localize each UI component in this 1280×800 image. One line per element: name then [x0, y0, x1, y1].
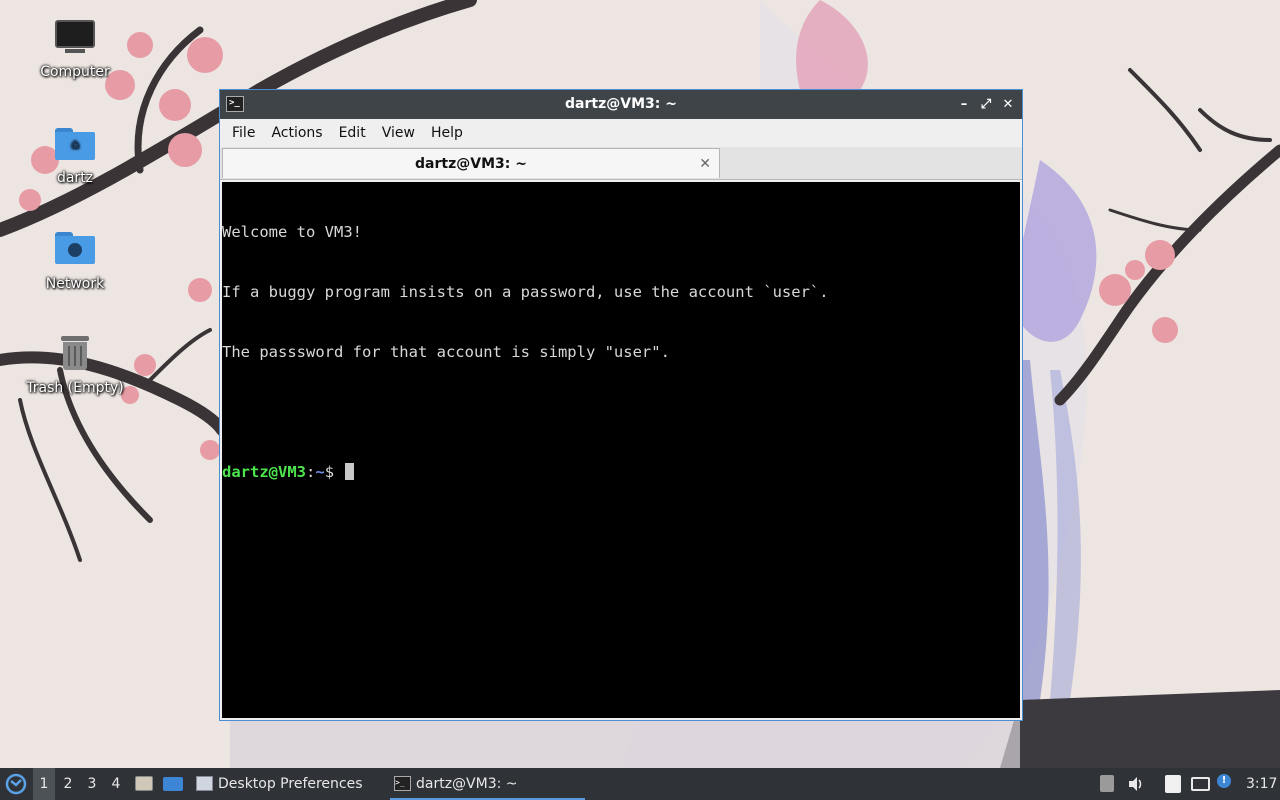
desktop-icon-label: dartz — [56, 170, 94, 186]
task-terminal[interactable]: >_ dartz@VM3: ~ — [390, 768, 585, 800]
terminal-line: Welcome to VM3! — [222, 223, 362, 241]
menu-edit[interactable]: Edit — [331, 119, 374, 147]
prompt-user: dartz@VM3 — [222, 463, 306, 481]
network-folder-icon — [53, 228, 97, 272]
workspace-2[interactable]: 2 — [57, 768, 79, 800]
menu-bar: File Actions Edit View Help — [220, 119, 1022, 147]
notification-icon: ! — [1217, 774, 1231, 788]
prompt-separator: : — [306, 463, 316, 481]
tray-volume[interactable] — [1126, 768, 1146, 800]
desktop-icon-label: Trash (Empty) — [26, 380, 124, 396]
desktop-icon-home[interactable]: ⌂ dartz — [20, 122, 130, 186]
workspace-4[interactable]: 4 — [105, 768, 127, 800]
minimize-button[interactable]: – — [956, 90, 972, 119]
desktop-icon-network[interactable]: Network — [20, 228, 130, 292]
menu-file[interactable]: File — [224, 119, 263, 147]
tab-close-icon[interactable]: ✕ — [699, 149, 711, 179]
tray-notification[interactable]: ! — [1216, 768, 1234, 800]
menu-view[interactable]: View — [374, 119, 423, 147]
workspace-1[interactable]: 1 — [33, 768, 55, 800]
show-desktop-button[interactable] — [162, 768, 184, 800]
workspace-3[interactable]: 3 — [81, 768, 103, 800]
task-label: dartz@VM3: ~ — [416, 776, 518, 792]
menu-help[interactable]: Help — [423, 119, 471, 147]
tab-terminal[interactable]: dartz@VM3: ~ ✕ — [222, 148, 720, 178]
network-icon — [1191, 777, 1210, 791]
volume-icon — [1129, 777, 1142, 791]
terminal-window: >_ dartz@VM3: ~ – ⤢ ✕ File Actions Edit … — [219, 89, 1023, 721]
prompt-symbol: $ — [324, 463, 344, 481]
window-title: dartz@VM3: ~ — [565, 96, 677, 112]
menu-actions[interactable]: Actions — [263, 119, 330, 147]
taskbar: 1 2 3 4 Desktop Preferences >_ dartz@VM3… — [0, 768, 1280, 800]
preferences-icon — [196, 776, 213, 791]
maximize-button[interactable]: ⤢ — [978, 90, 994, 119]
window-titlebar[interactable]: >_ dartz@VM3: ~ – ⤢ ✕ — [220, 90, 1022, 119]
terminal-prompt-line: dartz@VM3:~$ — [222, 462, 1020, 482]
show-desktop-icon — [163, 777, 183, 791]
desktop-icon-label: Network — [45, 276, 105, 292]
task-label: Desktop Preferences — [218, 776, 363, 792]
terminal-line: The passsword for that account is simply… — [222, 343, 670, 361]
desktop-icon-trash[interactable]: Trash (Empty) — [20, 332, 130, 396]
start-menu-button[interactable] — [4, 768, 28, 800]
eject-icon — [1100, 775, 1114, 792]
home-folder-icon: ⌂ — [53, 122, 97, 166]
tab-label: dartz@VM3: ~ — [415, 156, 527, 172]
clock[interactable]: 3:17 — [1246, 768, 1277, 800]
tab-bar: dartz@VM3: ~ ✕ — [220, 147, 1022, 180]
lxqt-logo-icon — [5, 773, 27, 795]
tray-network[interactable] — [1190, 768, 1212, 800]
tray-removable-media[interactable] — [1098, 768, 1116, 800]
desktop-icon-computer[interactable]: Computer — [20, 16, 130, 80]
terminal-line: If a buggy program insists on a password… — [222, 283, 829, 301]
tray-clipboard[interactable] — [1163, 768, 1183, 800]
terminal-output[interactable]: Welcome to VM3! If a buggy program insis… — [222, 182, 1020, 718]
task-desktop-preferences[interactable]: Desktop Preferences — [192, 768, 373, 800]
file-manager-launcher[interactable] — [134, 768, 154, 800]
terminal-app-icon: >_ — [394, 776, 411, 791]
terminal-cursor — [345, 463, 355, 480]
prompt-path: ~ — [315, 463, 325, 481]
desktop-icon-label: Computer — [40, 64, 110, 80]
computer-icon — [53, 16, 97, 60]
terminal-app-icon: >_ — [226, 96, 244, 112]
clipboard-icon — [1165, 775, 1181, 793]
trash-icon — [53, 332, 97, 376]
close-button[interactable]: ✕ — [1000, 90, 1016, 119]
file-manager-icon — [135, 776, 153, 791]
